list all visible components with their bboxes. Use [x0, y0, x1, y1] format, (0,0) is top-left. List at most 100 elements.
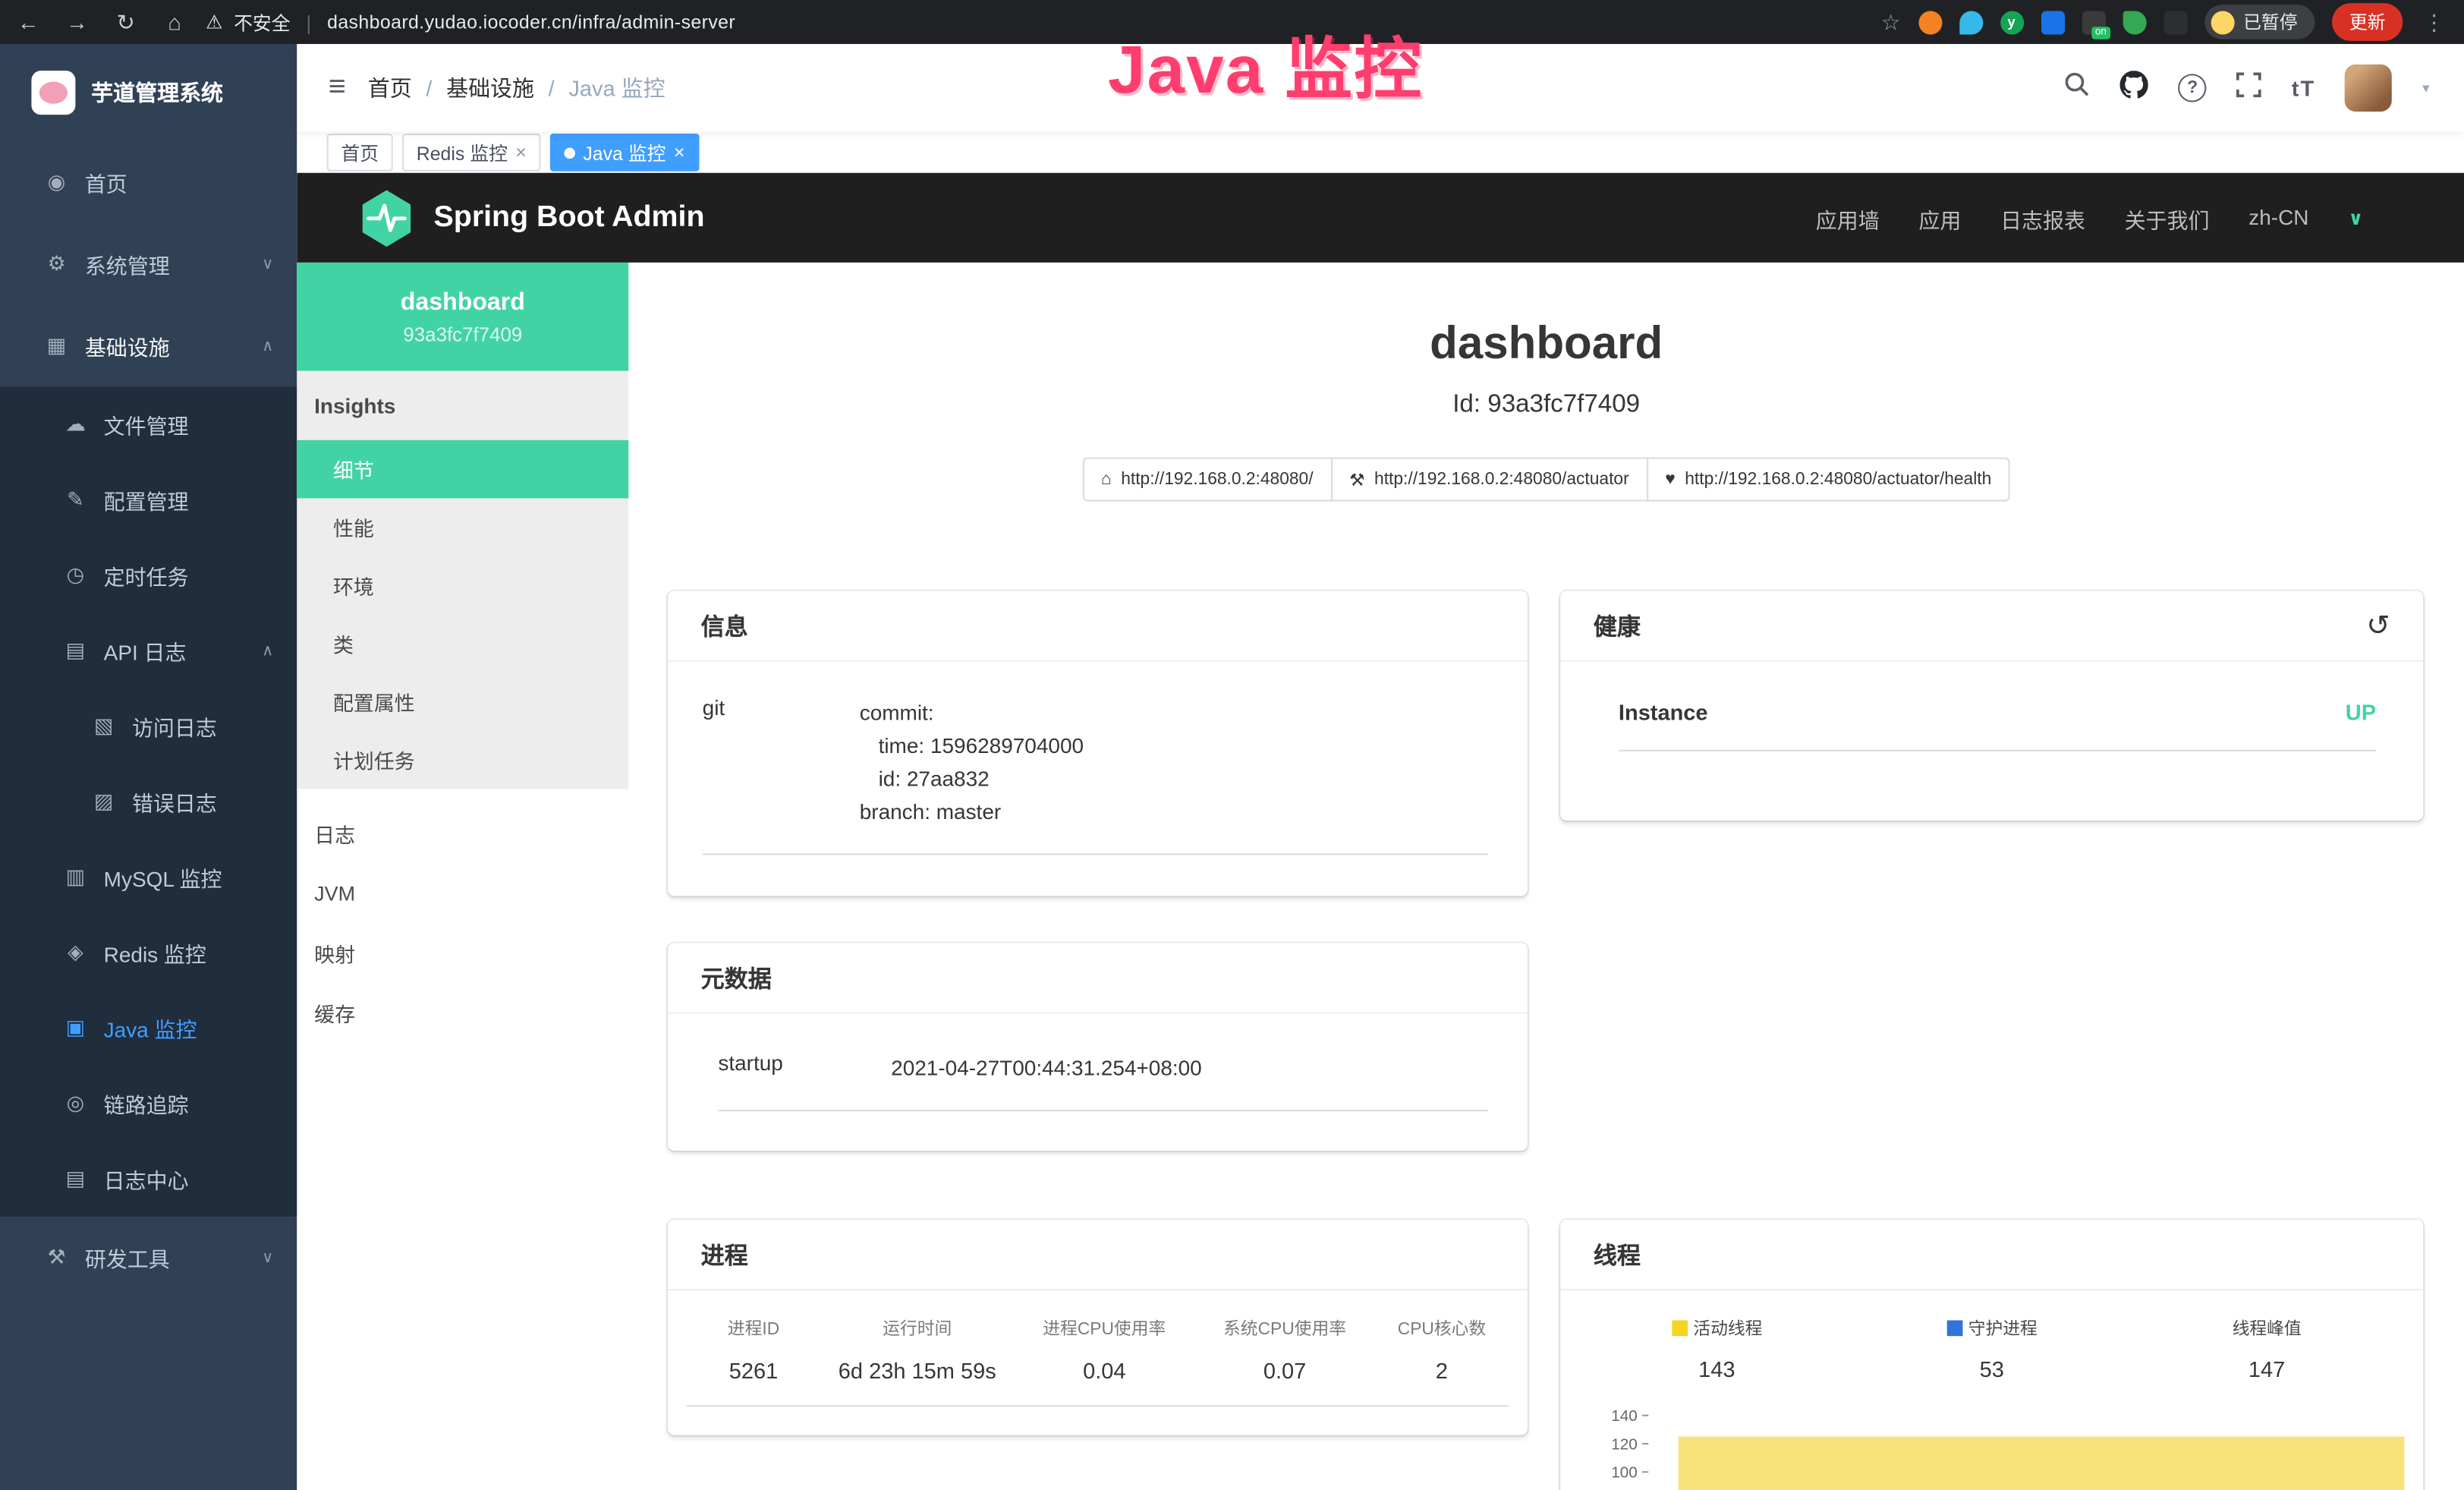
sba-item-caches[interactable]: 缓存: [297, 982, 628, 1042]
avatar-caret-icon[interactable]: ▾: [2422, 80, 2429, 97]
daemon-threads-value: 53: [1855, 1356, 2129, 1381]
tab-bar: 首页 Redis 监控 × Java 监控 ×: [297, 132, 2464, 175]
browser-menu-icon[interactable]: ⋮: [2420, 8, 2448, 35]
sidebar-item-java-monitor[interactable]: ▣ Java 监控: [0, 991, 297, 1066]
legend-swatch-daemon-threads: [1946, 1320, 1962, 1336]
uptime-value: 6d 23h 15m 59s: [820, 1358, 1014, 1383]
main-column: ≡ 首页 / 基础设施 / Java 监控 ?: [297, 44, 2464, 1490]
sidebar-item-redis-monitor[interactable]: ◈ Redis 监控: [0, 915, 297, 990]
sidebar-item-config-management[interactable]: ✎ 配置管理: [0, 462, 297, 537]
sba-item-performance[interactable]: 性能: [297, 498, 628, 556]
metadata-key: startup: [718, 1051, 891, 1084]
sba-nav-applications[interactable]: 应用: [1918, 202, 1961, 233]
redis-icon: ◈: [63, 940, 88, 965]
infrastructure-icon: ▦: [44, 333, 69, 358]
sidebar-toggle-icon[interactable]: ≡: [297, 71, 367, 106]
sba-item-config-props[interactable]: 配置属性: [297, 673, 628, 731]
sidebar-item-api-logs[interactable]: ▤ API 日志 ∧: [0, 613, 297, 688]
user-avatar[interactable]: [2346, 65, 2393, 112]
browser-update-button[interactable]: 更新: [2332, 3, 2403, 41]
address-bar[interactable]: ⚠ 不安全 | dashboard.yudao.iocoder.cn/infra…: [206, 8, 735, 35]
sidebar-item-mysql-monitor[interactable]: ▥ MySQL 监控: [0, 840, 297, 915]
sidebar-item-link-tracing[interactable]: ◎ 链路追踪: [0, 1066, 297, 1141]
metadata-card: 元数据 startup 2021-04-27T00:44:31.254+08:0…: [668, 943, 1528, 1150]
sba-nav-journal[interactable]: 日志报表: [2000, 202, 2085, 233]
sba-item-logs[interactable]: 日志: [297, 803, 628, 863]
service-url-button[interactable]: ⌂ http://192.168.0.2:48080/: [1082, 458, 1332, 502]
extension-icon[interactable]: [2041, 10, 2064, 33]
sba-item-environment[interactable]: 环境: [297, 556, 628, 615]
monitor-icon: ▣: [63, 1016, 88, 1041]
browser-home-icon[interactable]: ⌂: [162, 9, 187, 34]
close-icon[interactable]: ×: [674, 143, 685, 162]
fullscreen-icon[interactable]: [2236, 71, 2261, 104]
breadcrumb: 首页 / 基础设施 / Java 监控: [368, 72, 666, 103]
sba-instance-block[interactable]: dashboard 93a3fc7f7409: [297, 263, 628, 371]
sidebar-item-system-management[interactable]: ⚙ 系统管理 ∨: [0, 223, 297, 305]
sba-locale-select[interactable]: zh-CN: [2248, 206, 2308, 229]
security-label[interactable]: 不安全: [234, 8, 291, 35]
breadcrumb-item[interactable]: 首页: [368, 72, 412, 103]
sidebar-item-scheduled-jobs[interactable]: ◷ 定时任务: [0, 537, 297, 613]
sba-item-details[interactable]: 细节: [297, 440, 628, 499]
health-url-button[interactable]: ♥ http://192.168.0.2:48080/actuator/heal…: [1646, 458, 2010, 502]
threads-chart: 140 120 100: [1579, 1408, 2404, 1490]
log-icon: ▤: [63, 638, 88, 663]
app-logo[interactable]: 芋道管理系统: [0, 44, 297, 141]
extension-icon[interactable]: [1959, 10, 1982, 33]
actuator-url-button[interactable]: ⚒ http://192.168.0.2:48080/actuator: [1330, 458, 1647, 502]
extension-icon[interactable]: y: [2000, 10, 2023, 33]
font-size-icon[interactable]: tT: [2292, 75, 2316, 100]
extension-icon[interactable]: on: [2082, 10, 2105, 33]
breadcrumb-item[interactable]: 基础设施: [446, 72, 534, 103]
search-icon[interactable]: [2063, 71, 2090, 106]
sidebar-item-log-center[interactable]: ▤ 日志中心: [0, 1141, 297, 1216]
forward-icon[interactable]: →: [65, 9, 90, 34]
back-icon[interactable]: ←: [16, 9, 41, 34]
refresh-icon[interactable]: ↻: [113, 8, 138, 35]
instance-name: dashboard: [401, 288, 525, 317]
close-icon[interactable]: ×: [515, 143, 527, 162]
tab-redis-monitor[interactable]: Redis 监控 ×: [402, 134, 540, 172]
gear-icon: ⚙: [44, 251, 69, 276]
sba-item-classes[interactable]: 类: [297, 615, 628, 673]
sba-item-jvm[interactable]: JVM: [297, 863, 628, 923]
sidebar-item-error-logs[interactable]: ▨ 错误日志: [0, 764, 297, 839]
sba-item-scheduled-tasks[interactable]: 计划任务: [297, 731, 628, 789]
sidebar-item-label: 文件管理: [104, 408, 189, 439]
sba-brand[interactable]: Spring Boot Admin: [360, 187, 704, 247]
process-column-header: CPU核心数: [1375, 1315, 1509, 1340]
chevron-down-icon[interactable]: ∨: [2348, 206, 2363, 228]
git-branch: branch: master: [860, 795, 1084, 828]
sba-item-mappings[interactable]: 映射: [297, 923, 628, 983]
sidebar-item-label: 配置管理: [104, 484, 189, 515]
security-warning-icon[interactable]: ⚠: [206, 11, 222, 33]
extension-icon[interactable]: [1918, 10, 1941, 33]
tab-java-monitor[interactable]: Java 监控 ×: [550, 134, 699, 172]
sidebar-item-file-management[interactable]: ☁ 文件管理: [0, 386, 297, 461]
tab-home[interactable]: 首页: [327, 134, 393, 172]
extension-icon[interactable]: [2163, 10, 2186, 33]
sidebar-item-label: 系统管理: [85, 248, 170, 279]
sba-main: dashboard Id: 93a3fc7f7409 ⌂ http://192.…: [628, 263, 2464, 1490]
sidebar-item-infrastructure[interactable]: ▦ 基础设施 ∧: [0, 305, 297, 387]
actuator-url-label: http://192.168.0.2:48080/actuator: [1374, 470, 1629, 489]
address-url[interactable]: dashboard.yudao.iocoder.cn/infra/admin-s…: [327, 11, 735, 33]
extension-icon[interactable]: [2123, 10, 2146, 33]
sidebar-menu: ◉ 首页 ⚙ 系统管理 ∨ ▦ 基础设施 ∧ ☁ 文件管理: [0, 141, 297, 1298]
instance-link-buttons: ⌂ http://192.168.0.2:48080/ ⚒ http://192…: [628, 458, 2464, 502]
sidebar-item-home[interactable]: ◉ 首页: [0, 141, 297, 223]
sidebar-item-dev-tools[interactable]: ⚒ 研发工具 ∨: [0, 1217, 297, 1299]
legend-label: 守护进程: [1968, 1315, 2038, 1340]
github-icon[interactable]: [2120, 70, 2148, 106]
chevron-down-icon: ∨: [262, 1249, 273, 1266]
sba-nav-about[interactable]: 关于我们: [2125, 202, 2210, 233]
bookmark-star-icon[interactable]: ☆: [1881, 8, 1901, 35]
sidebar-item-label: 研发工具: [85, 1242, 170, 1273]
history-icon[interactable]: ↺: [2366, 609, 2390, 641]
profile-chip[interactable]: 已暂停: [2204, 5, 2315, 39]
sidebar-item-access-logs[interactable]: ▧ 访问日志: [0, 688, 297, 764]
help-icon[interactable]: ?: [2179, 74, 2207, 102]
sba-nav-wallboard[interactable]: 应用墙: [1816, 202, 1880, 233]
extension-on-badge: on: [2092, 26, 2110, 39]
